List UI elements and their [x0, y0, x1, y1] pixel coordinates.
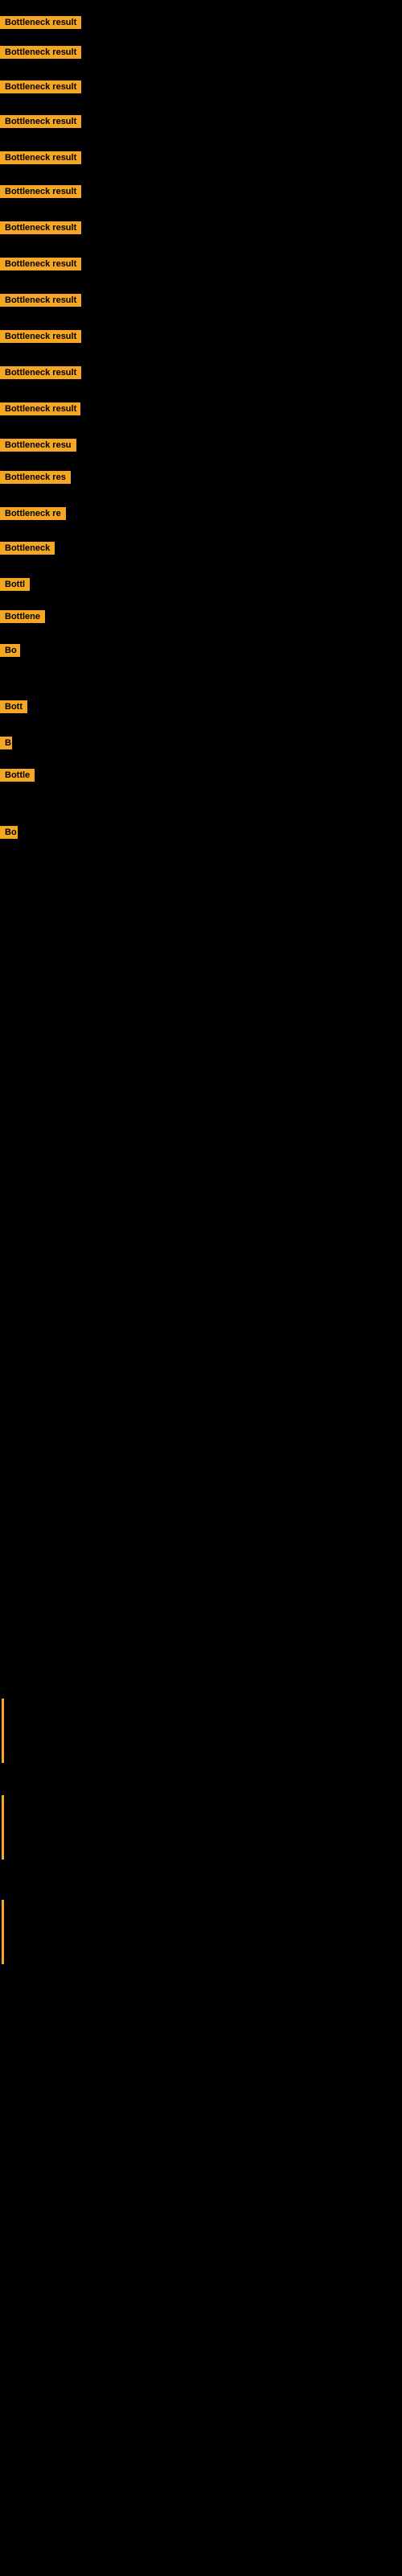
- bottleneck-badge-label: Bottleneck result: [0, 221, 81, 234]
- bottleneck-badge-label: Bottlene: [0, 610, 45, 623]
- bottleneck-badge-label: Bottleneck result: [0, 258, 81, 270]
- bottleneck-badge-label: Bottleneck result: [0, 330, 81, 343]
- bottleneck-badge-label: Bott: [0, 700, 27, 713]
- bottleneck-badge-label: Bottleneck result: [0, 185, 81, 198]
- bottleneck-badge-13[interactable]: Bottleneck resu: [0, 439, 76, 456]
- bottleneck-badge-3[interactable]: Bottleneck result: [0, 80, 81, 97]
- bottleneck-badge-18[interactable]: Bottlene: [0, 610, 45, 627]
- bottleneck-badge-17[interactable]: Bottl: [0, 578, 30, 595]
- vertical-line-3: [2, 1900, 4, 1964]
- bottleneck-badge-16[interactable]: Bottleneck: [0, 542, 55, 559]
- bottleneck-badge-label: Bottleneck res: [0, 471, 71, 484]
- bottleneck-badge-19[interactable]: Bo: [0, 644, 20, 661]
- bottleneck-badge-label: Bottleneck result: [0, 80, 81, 93]
- bottleneck-badge-label: Bo: [0, 826, 18, 839]
- bottleneck-badge-8[interactable]: Bottleneck result: [0, 258, 81, 275]
- bottleneck-badge-20[interactable]: Bott: [0, 700, 27, 717]
- bottleneck-badge-6[interactable]: Bottleneck result: [0, 185, 81, 202]
- bottleneck-badge-label: Bottleneck result: [0, 294, 81, 307]
- bottleneck-badge-21[interactable]: B: [0, 737, 12, 753]
- bottleneck-badge-label: Bottleneck resu: [0, 439, 76, 452]
- bottleneck-badge-label: Bottleneck: [0, 542, 55, 555]
- vertical-line-1: [2, 1699, 4, 1763]
- bottleneck-badge-22[interactable]: Bottle: [0, 769, 35, 786]
- bottleneck-badge-label: Bottleneck re: [0, 507, 66, 520]
- bottleneck-badge-label: Bottleneck result: [0, 16, 81, 29]
- bottleneck-badge-label: Bottl: [0, 578, 30, 591]
- bottleneck-badge-5[interactable]: Bottleneck result: [0, 151, 81, 168]
- bottleneck-badge-2[interactable]: Bottleneck result: [0, 46, 81, 63]
- bottleneck-badge-9[interactable]: Bottleneck result: [0, 294, 81, 311]
- bottleneck-badge-7[interactable]: Bottleneck result: [0, 221, 81, 238]
- bottleneck-badge-label: Bottle: [0, 769, 35, 782]
- bottleneck-badge-label: B: [0, 737, 12, 749]
- bottleneck-badge-11[interactable]: Bottleneck result: [0, 366, 81, 383]
- bottleneck-badge-label: Bottleneck result: [0, 46, 81, 59]
- bottleneck-badge-4[interactable]: Bottleneck result: [0, 115, 81, 132]
- bottleneck-badge-label: Bottleneck result: [0, 366, 81, 379]
- bottleneck-badge-label: Bottleneck result: [0, 151, 81, 164]
- bottleneck-badge-15[interactable]: Bottleneck re: [0, 507, 66, 524]
- bottleneck-badge-23[interactable]: Bo: [0, 826, 18, 843]
- bottleneck-badge-10[interactable]: Bottleneck result: [0, 330, 81, 347]
- bottleneck-badge-label: Bottleneck result: [0, 115, 81, 128]
- bottleneck-badge-label: Bottleneck result: [0, 402, 80, 415]
- bottleneck-badge-12[interactable]: Bottleneck result: [0, 402, 80, 419]
- vertical-line-2: [2, 1795, 4, 1860]
- bottleneck-badge-label: Bo: [0, 644, 20, 657]
- bottleneck-badge-1[interactable]: Bottleneck result: [0, 16, 81, 33]
- bottleneck-badge-14[interactable]: Bottleneck res: [0, 471, 71, 488]
